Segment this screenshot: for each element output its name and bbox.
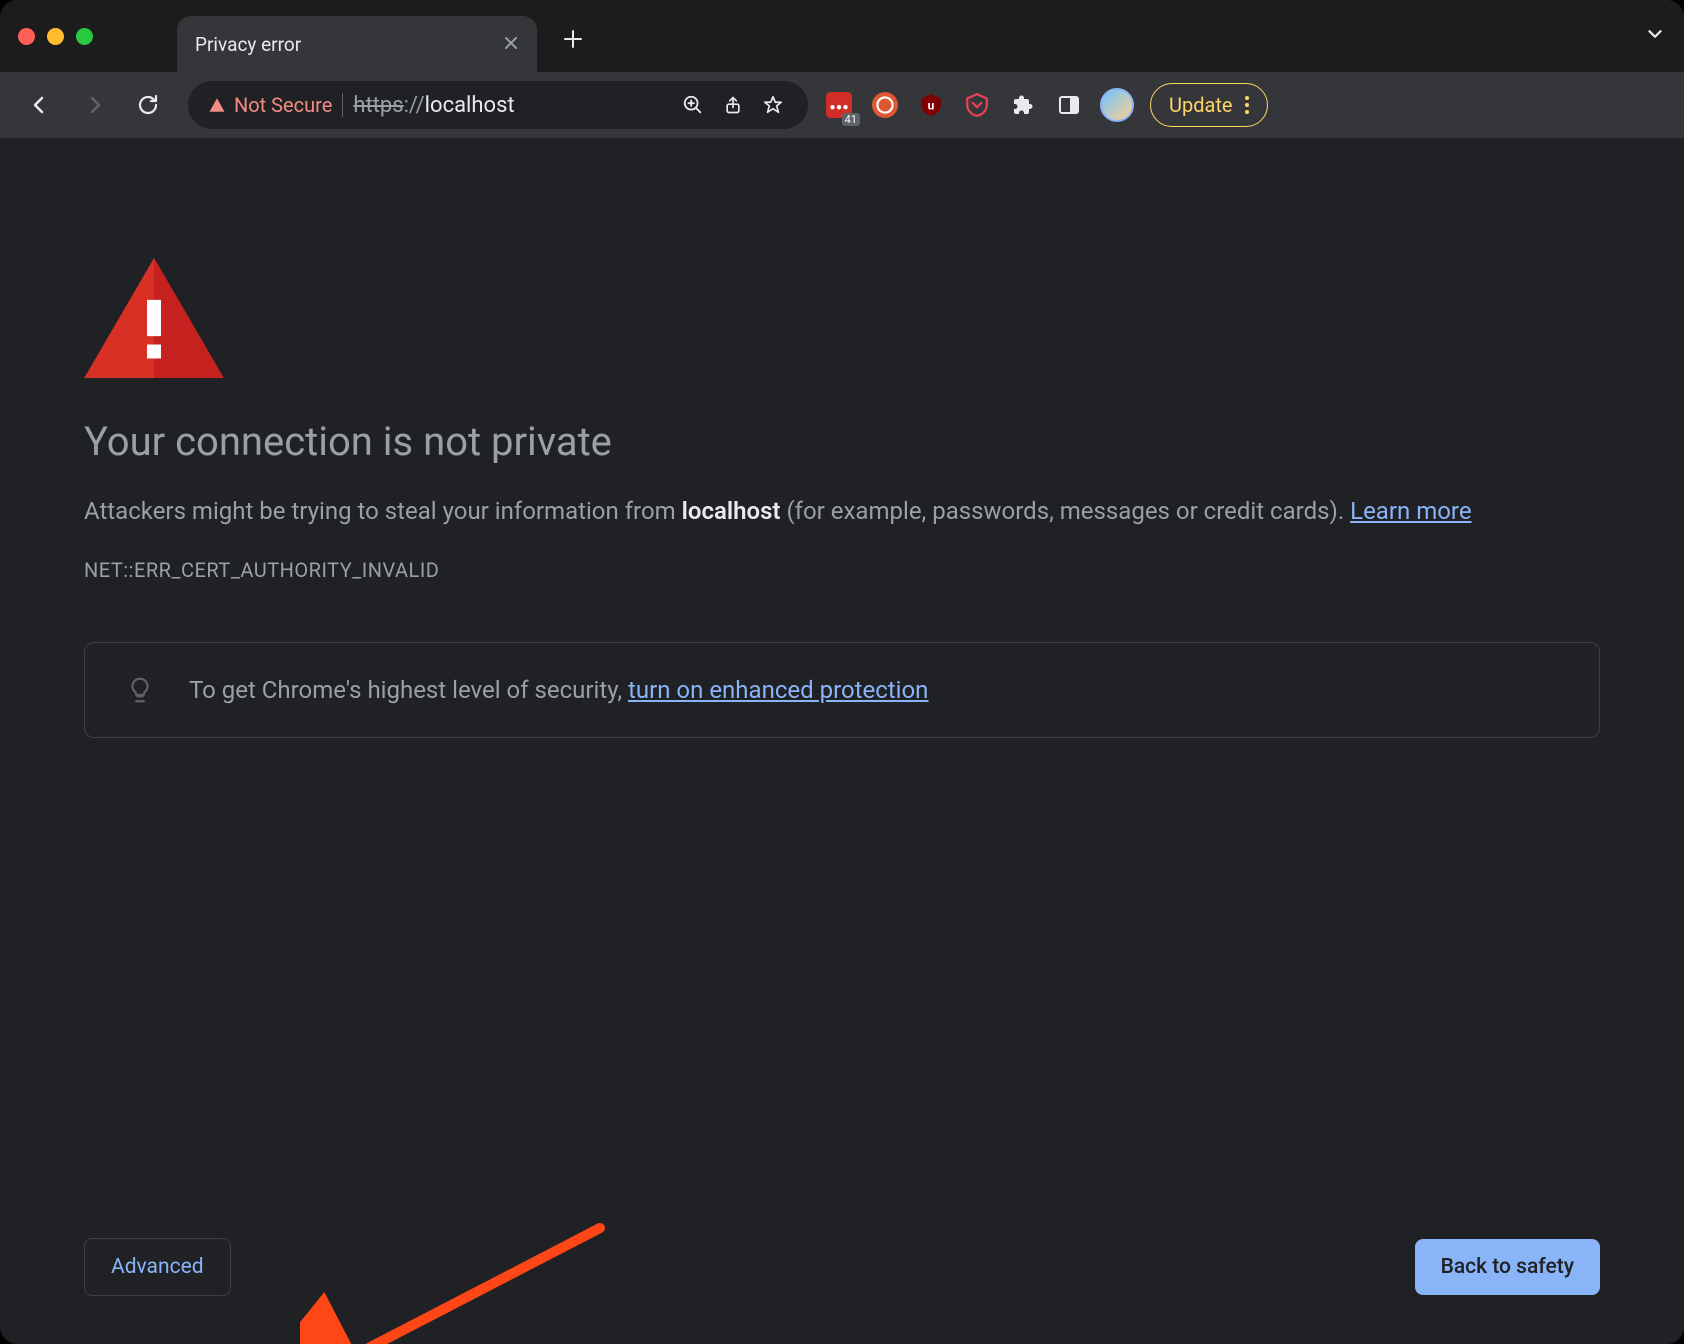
profile-avatar[interactable] — [1100, 88, 1134, 122]
svg-text:u: u — [928, 98, 935, 112]
reload-button[interactable] — [126, 83, 170, 127]
zoom-icon[interactable] — [678, 90, 708, 120]
extension-badge: 41 — [842, 113, 860, 126]
pocket-extension-icon[interactable] — [962, 90, 992, 120]
url-separator: :// — [404, 93, 425, 118]
duckduckgo-extension-icon[interactable] — [870, 90, 900, 120]
body-suffix: (for example, passwords, messages or cre… — [780, 497, 1350, 525]
browser-tab[interactable]: Privacy error — [177, 16, 537, 72]
window-controls — [18, 28, 93, 45]
extension-icons: 41 u Update — [824, 83, 1268, 127]
page-heading: Your connection is not private — [84, 418, 1600, 465]
security-label: Not Secure — [234, 93, 332, 117]
share-icon[interactable] — [718, 90, 748, 120]
lastpass-extension-icon[interactable]: 41 — [824, 90, 854, 120]
tip-prefix: To get Chrome's highest level of securit… — [189, 676, 628, 704]
tip-text: To get Chrome's highest level of securit… — [189, 676, 928, 704]
learn-more-link[interactable]: Learn more — [1350, 497, 1471, 525]
enhanced-protection-link[interactable]: turn on enhanced protection — [628, 676, 928, 704]
lightbulb-icon — [125, 675, 155, 705]
update-label: Update — [1169, 93, 1233, 117]
back-button[interactable] — [18, 83, 62, 127]
divider — [342, 93, 343, 117]
side-panel-icon[interactable] — [1054, 90, 1084, 120]
new-tab-button[interactable] — [551, 17, 595, 61]
extensions-puzzle-icon[interactable] — [1008, 90, 1038, 120]
forward-button[interactable] — [72, 83, 116, 127]
tab-title: Privacy error — [195, 33, 491, 56]
warning-body: Attackers might be trying to steal your … — [84, 493, 1600, 530]
menu-kebab-icon[interactable] — [1245, 96, 1249, 114]
close-tab-icon[interactable] — [503, 33, 519, 56]
window-close-button[interactable] — [18, 28, 35, 45]
window-titlebar: Privacy error — [0, 0, 1684, 72]
back-to-safety-button[interactable]: Back to safety — [1415, 1239, 1600, 1295]
warning-triangle-icon — [208, 96, 226, 114]
error-code: NET::ERR_CERT_AUTHORITY_INVALID — [84, 558, 1600, 582]
update-button[interactable]: Update — [1150, 83, 1268, 127]
url-scheme: https — [353, 93, 403, 118]
toolbar: Not Secure https://localhost 41 — [0, 72, 1684, 138]
bookmark-star-icon[interactable] — [758, 90, 788, 120]
url-text: https://localhost — [353, 93, 514, 118]
advanced-button[interactable]: Advanced — [84, 1238, 231, 1296]
body-prefix: Attackers might be trying to steal your … — [84, 497, 682, 525]
url-host: localhost — [425, 93, 515, 118]
ublock-extension-icon[interactable]: u — [916, 90, 946, 120]
browser-window: Privacy error Not Secure — [0, 0, 1684, 1344]
enhanced-protection-tip: To get Chrome's highest level of securit… — [84, 642, 1600, 738]
address-bar[interactable]: Not Secure https://localhost — [188, 81, 808, 129]
page-content: Your connection is not private Attackers… — [0, 138, 1684, 1344]
action-buttons: Advanced Back to safety — [84, 1238, 1600, 1296]
tab-overflow-icon[interactable] — [1644, 23, 1666, 49]
security-indicator[interactable]: Not Secure — [208, 93, 332, 117]
warning-triangle-icon — [84, 258, 1600, 378]
window-minimize-button[interactable] — [47, 28, 64, 45]
window-maximize-button[interactable] — [76, 28, 93, 45]
body-host: localhost — [682, 497, 781, 525]
